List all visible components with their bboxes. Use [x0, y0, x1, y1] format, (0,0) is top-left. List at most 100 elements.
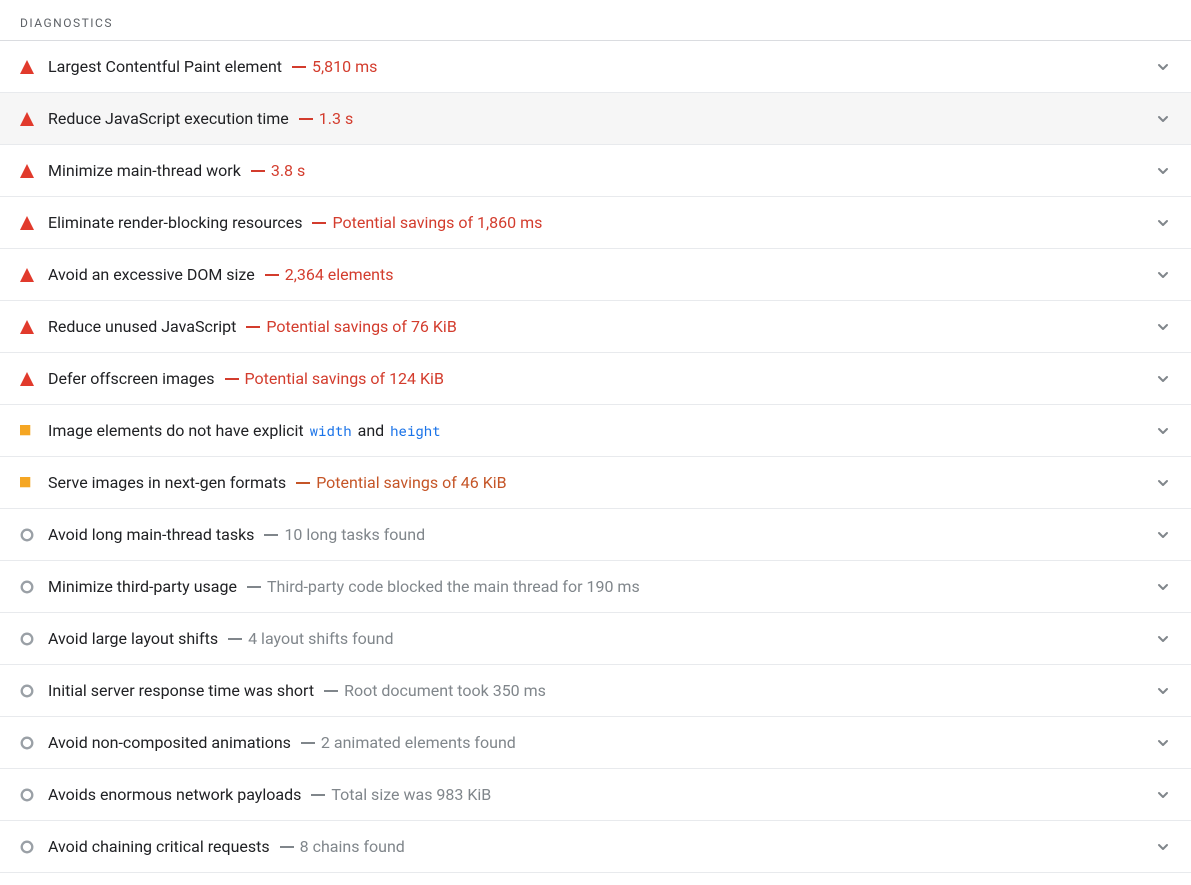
audit-detail: 2 animated elements found [321, 733, 516, 753]
chevron-down-icon[interactable] [1151, 59, 1175, 75]
audit-label: Avoids enormous network payloads Total si… [48, 785, 1151, 805]
audit-title: Defer offscreen images [48, 369, 215, 389]
audit-row[interactable]: Avoid non-composited animations 2 animate… [0, 717, 1191, 769]
chevron-down-icon[interactable] [1151, 371, 1175, 387]
separator-dash [292, 66, 306, 68]
chevron-down-icon[interactable] [1151, 683, 1175, 699]
info-circle-icon [20, 736, 48, 750]
audit-title: Avoids enormous network payloads [48, 785, 301, 805]
audit-label: Avoid large layout shifts 4 layout shifts… [48, 629, 1151, 649]
audit-row[interactable]: Minimize third-party usageThird-party co… [0, 561, 1191, 613]
audit-title: Minimize third-party usage [48, 577, 237, 597]
fail-triangle-icon [20, 268, 48, 282]
audit-label: Avoid chaining critical requests 8 chains… [48, 837, 1151, 857]
fail-triangle-icon [20, 60, 48, 74]
audit-label: Avoid an excessive DOM size 2,364 element… [48, 265, 1151, 285]
audit-row[interactable]: Avoid large layout shifts 4 layout shifts… [0, 613, 1191, 665]
audit-detail: Total size was 983 KiB [331, 785, 491, 805]
separator-dash [301, 742, 315, 744]
separator-dash [247, 586, 261, 588]
chevron-down-icon[interactable] [1151, 787, 1175, 803]
audit-row[interactable]: Reduce JavaScript execution time 1.3 s [0, 93, 1191, 145]
chevron-down-icon[interactable] [1151, 631, 1175, 647]
audit-row[interactable]: Minimize main-thread work 3.8 s [0, 145, 1191, 197]
chevron-down-icon[interactable] [1151, 579, 1175, 595]
chevron-down-icon[interactable] [1151, 527, 1175, 543]
audit-row[interactable]: Avoids enormous network payloads Total si… [0, 769, 1191, 821]
audit-row[interactable]: Image elements do not have explicit widt… [0, 405, 1191, 457]
audit-detail: Potential savings of 76 KiB [266, 317, 456, 337]
chevron-down-icon[interactable] [1151, 319, 1175, 335]
audit-label: Minimize main-thread work 3.8 s [48, 161, 1151, 181]
average-square-icon [20, 425, 48, 437]
chevron-down-icon[interactable] [1151, 267, 1175, 283]
audit-row[interactable]: Largest Contentful Paint element 5,810 ms [0, 41, 1191, 93]
audit-title: Avoid large layout shifts [48, 629, 218, 649]
audit-detail: 5,810 ms [312, 57, 377, 77]
chevron-down-icon[interactable] [1151, 163, 1175, 179]
audit-row[interactable]: Initial server response time was shortRo… [0, 665, 1191, 717]
audit-detail: 2,364 elements [285, 265, 394, 285]
audit-title: Eliminate render-blocking resources [48, 213, 302, 233]
fail-triangle-icon [20, 216, 48, 230]
diagnostics-list: Largest Contentful Paint element 5,810 ms… [0, 41, 1191, 873]
audit-label: Eliminate render-blocking resourcesPoten… [48, 213, 1151, 233]
audit-title: Minimize main-thread work [48, 161, 241, 181]
info-circle-icon [20, 684, 48, 698]
info-circle-icon [20, 632, 48, 646]
audit-row[interactable]: Reduce unused JavaScript Potential saving… [0, 301, 1191, 353]
chevron-down-icon[interactable] [1151, 111, 1175, 127]
separator-dash [265, 274, 279, 276]
audit-title: Reduce JavaScript execution time [48, 109, 289, 129]
chevron-down-icon[interactable] [1151, 215, 1175, 231]
audit-label: Avoid non-composited animations 2 animate… [48, 733, 1151, 753]
chevron-down-icon[interactable] [1151, 423, 1175, 439]
chevron-down-icon[interactable] [1151, 839, 1175, 855]
chevron-down-icon[interactable] [1151, 475, 1175, 491]
audit-detail: 3.8 s [271, 161, 305, 181]
audit-row[interactable]: Avoid chaining critical requests 8 chains… [0, 821, 1191, 873]
audit-row[interactable]: Defer offscreen images Potential savings … [0, 353, 1191, 405]
audit-row[interactable]: Avoid an excessive DOM size 2,364 element… [0, 249, 1191, 301]
separator-dash [311, 794, 325, 796]
separator-dash [280, 846, 294, 848]
audit-label: Initial server response time was shortRo… [48, 681, 1151, 701]
chevron-down-icon[interactable] [1151, 735, 1175, 751]
separator-dash [324, 690, 338, 692]
audit-title: Avoid long main-thread tasks [48, 525, 254, 545]
separator-dash [228, 638, 242, 640]
audit-row[interactable]: Eliminate render-blocking resourcesPoten… [0, 197, 1191, 249]
audit-title: Reduce unused JavaScript [48, 317, 236, 337]
audit-label: Avoid long main-thread tasks 10 long task… [48, 525, 1151, 545]
audit-row[interactable]: Avoid long main-thread tasks 10 long task… [0, 509, 1191, 561]
fail-triangle-icon [20, 320, 48, 334]
separator-dash [296, 482, 310, 484]
audit-title: Initial server response time was short [48, 681, 314, 701]
separator-dash [251, 170, 265, 172]
audit-label: Image elements do not have explicit widt… [48, 421, 1151, 441]
audit-title: Avoid non-composited animations [48, 733, 291, 753]
audit-title: Largest Contentful Paint element [48, 57, 282, 77]
info-circle-icon [20, 528, 48, 542]
audit-detail: 10 long tasks found [284, 525, 425, 545]
separator-dash [225, 378, 239, 380]
audit-title: Image elements do not have explicit widt… [48, 421, 443, 441]
info-circle-icon [20, 840, 48, 854]
audit-detail: Potential savings of 46 KiB [316, 473, 506, 493]
audit-label: Minimize third-party usageThird-party co… [48, 577, 1151, 597]
audit-detail: 1.3 s [319, 109, 353, 129]
average-square-icon [20, 477, 48, 489]
audit-detail: Potential savings of 124 KiB [245, 369, 444, 389]
audit-detail: 8 chains found [300, 837, 405, 857]
audit-label: Largest Contentful Paint element 5,810 ms [48, 57, 1151, 77]
audit-title: Avoid chaining critical requests [48, 837, 270, 857]
audit-label: Reduce unused JavaScript Potential saving… [48, 317, 1151, 337]
audit-label: Defer offscreen images Potential savings … [48, 369, 1151, 389]
audit-detail: 4 layout shifts found [248, 629, 393, 649]
info-circle-icon [20, 580, 48, 594]
info-circle-icon [20, 788, 48, 802]
separator-dash [299, 118, 313, 120]
audit-row[interactable]: Serve images in next-gen formats Potentia… [0, 457, 1191, 509]
audit-title: Serve images in next-gen formats [48, 473, 286, 493]
audit-title: Avoid an excessive DOM size [48, 265, 255, 285]
